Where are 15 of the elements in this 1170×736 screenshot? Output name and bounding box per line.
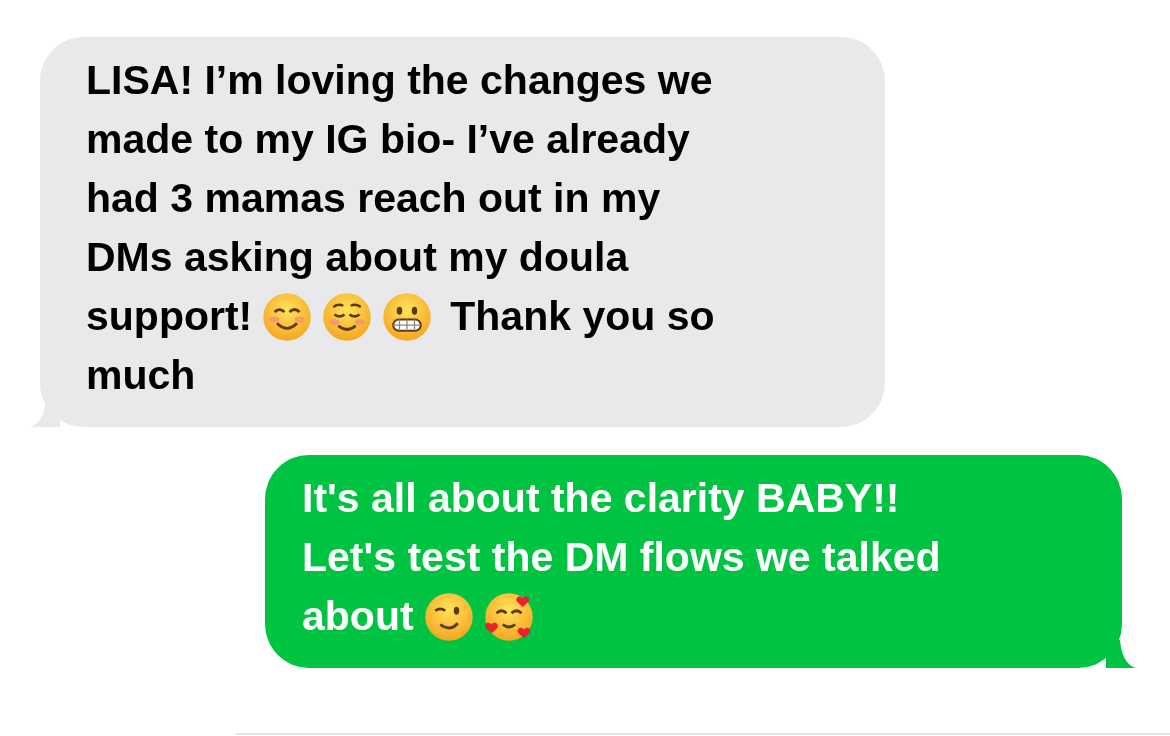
message-text: about — [302, 592, 414, 641]
message-text: Thank you so — [450, 292, 715, 341]
grimacing-emoji-icon — [382, 291, 433, 342]
message-text: had 3 mamas reach out in my — [86, 174, 661, 223]
message-text: support! — [86, 292, 253, 341]
smiling-emoji-icon — [262, 291, 313, 342]
message-text: made to my IG bio- I’ve already — [86, 115, 690, 164]
message-text: much — [86, 351, 196, 400]
winking-emoji-icon — [423, 591, 474, 642]
blushing-emoji-icon — [322, 291, 373, 342]
message-text: Let's test the DM flows we talked — [302, 533, 941, 582]
message-text: LISA! I’m loving the changes we — [86, 56, 713, 105]
smiling-face-with-hearts-icon — [483, 591, 534, 642]
message-text: It's all about the clarity BABY!! — [302, 474, 900, 523]
message-text: DMs asking about my doula — [86, 233, 629, 282]
